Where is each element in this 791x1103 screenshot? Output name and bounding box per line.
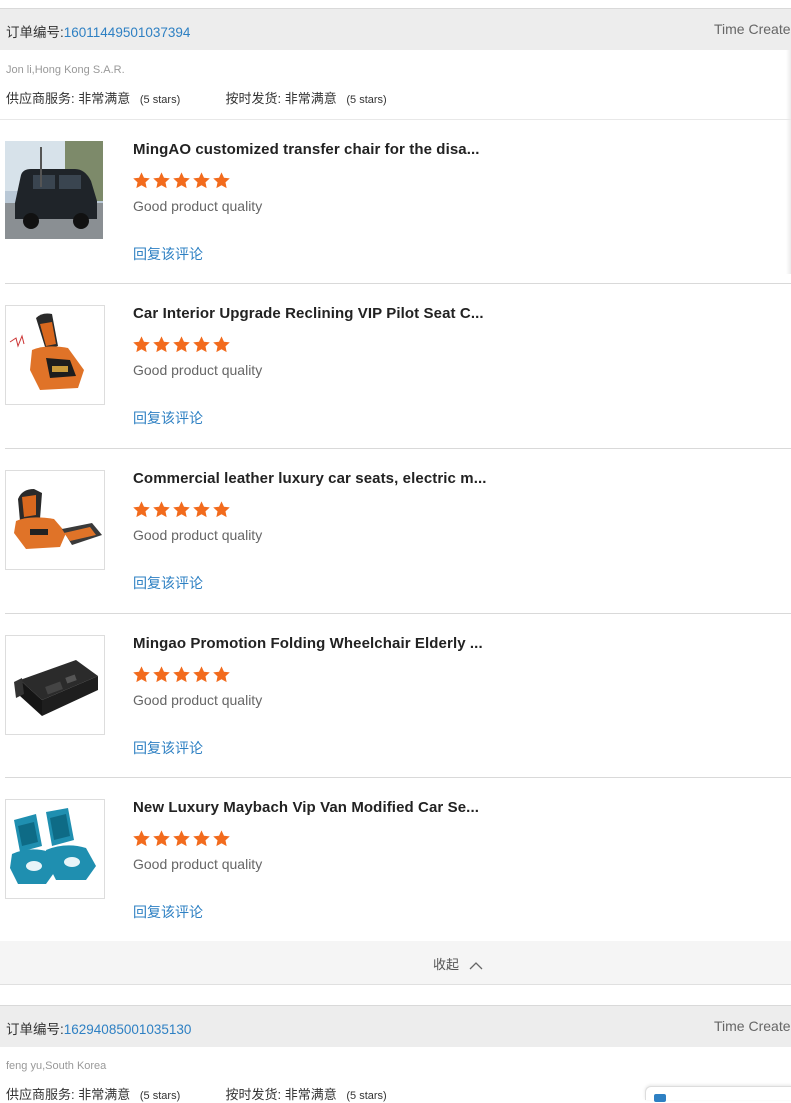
star-icon — [212, 335, 232, 355]
star-icon — [152, 665, 172, 685]
order-number-link[interactable]: 16011449501037394 — [64, 25, 191, 40]
product-title[interactable]: New Luxury Maybach Vip Van Modified Car … — [133, 799, 479, 816]
product-image[interactable] — [5, 799, 105, 899]
order-number-label: 订单编号:16294085001035130 — [6, 1022, 192, 1037]
star-rating — [132, 500, 232, 520]
review-comment: Good product quality — [133, 856, 263, 872]
star-icon — [172, 665, 192, 685]
review-item: Commercial leather luxury car seats, ele… — [0, 449, 791, 613]
star-icon — [172, 500, 192, 520]
reply-link[interactable]: 回复该评论 — [133, 408, 203, 428]
supplier-service-value: 非常满意 — [78, 91, 131, 106]
on-time-label: 按时发货: — [225, 1087, 282, 1102]
on-time-label: 按时发货: — [225, 91, 282, 106]
order-header: 订单编号:16011449501037394 Time Created — [0, 8, 791, 50]
star-icon — [192, 335, 212, 355]
star-icon — [192, 829, 212, 849]
review-item: MingAO customized transfer chair for the… — [0, 120, 791, 284]
review-item: New Luxury Maybach Vip Van Modified Car … — [0, 778, 791, 942]
buyer-info: Jon li,Hong Kong S.A.R. — [6, 64, 125, 76]
on-time-stars: (5 stars) — [346, 1090, 387, 1102]
star-rating — [132, 335, 232, 355]
star-icon — [152, 171, 172, 191]
folding-wheelchair-photo — [6, 636, 104, 734]
message-icon[interactable] — [654, 1094, 666, 1102]
maybach-seat-photo — [6, 800, 104, 898]
product-title[interactable]: Mingao Promotion Folding Wheelchair Elde… — [133, 635, 483, 652]
collapse-button[interactable]: 收起 — [433, 954, 483, 973]
star-icon — [192, 500, 212, 520]
product-image[interactable] — [5, 635, 105, 735]
reply-link[interactable]: 回复该评论 — [133, 244, 203, 264]
star-icon — [132, 335, 152, 355]
collapse-bar[interactable]: 收起 — [0, 941, 791, 985]
star-icon — [192, 171, 212, 191]
collapse-label: 收起 — [433, 957, 460, 972]
reply-link[interactable]: 回复该评论 — [133, 573, 203, 593]
star-icon — [192, 665, 212, 685]
leather-seat-photo — [6, 471, 104, 569]
star-icon — [212, 171, 232, 191]
product-title[interactable]: MingAO customized transfer chair for the… — [133, 141, 480, 158]
review-comment: Good product quality — [133, 527, 263, 543]
star-icon — [132, 171, 152, 191]
chevron-up-icon — [469, 958, 483, 973]
reply-link[interactable]: 回复该评论 — [133, 902, 203, 922]
star-icon — [172, 335, 192, 355]
van-photo — [5, 141, 103, 239]
supplier-service-stars: (5 stars) — [139, 94, 181, 106]
product-title[interactable]: Car Interior Upgrade Reclining VIP Pilot… — [133, 305, 484, 322]
star-rating — [132, 171, 232, 191]
review-item: Car Interior Upgrade Reclining VIP Pilot… — [0, 284, 791, 448]
supplier-service-stars: (5 stars) — [139, 1090, 181, 1102]
review-comment: Good product quality — [133, 692, 263, 708]
review-item: Mingao Promotion Folding Wheelchair Elde… — [0, 614, 791, 778]
time-created-label: Time Created — [714, 21, 791, 37]
star-icon — [152, 500, 172, 520]
supplier-service-value: 非常满意 — [78, 1087, 131, 1102]
star-icon — [132, 665, 152, 685]
on-time-value: 非常满意 — [284, 91, 337, 106]
product-image[interactable] — [5, 470, 105, 570]
product-title[interactable]: Commercial leather luxury car seats, ele… — [133, 470, 487, 487]
star-icon — [212, 829, 232, 849]
star-rating — [132, 665, 232, 685]
order-ratings: 供应商服务: 非常满意 (5 stars) 按时发货: 非常满意 (5 star… — [6, 1084, 387, 1103]
star-rating — [132, 829, 232, 849]
floating-toolbar[interactable] — [645, 1086, 791, 1102]
star-icon — [172, 171, 192, 191]
order-ratings: 供应商服务: 非常满意 (5 stars) 按时发货: 非常满意 (5 star… — [6, 88, 387, 107]
star-icon — [212, 500, 232, 520]
review-comment: Good product quality — [133, 198, 263, 214]
buyer-info: feng yu,South Korea — [6, 1060, 107, 1072]
on-time-value: 非常满意 — [284, 1087, 337, 1102]
time-created-label: Time Created — [714, 1018, 791, 1034]
order-header: 订单编号:16294085001035130 Time Created — [0, 1005, 791, 1047]
supplier-service-label: 供应商服务: — [6, 91, 75, 106]
product-image[interactable] — [5, 141, 105, 241]
star-icon — [132, 829, 152, 849]
star-icon — [132, 500, 152, 520]
product-image[interactable] — [5, 305, 105, 405]
supplier-service-label: 供应商服务: — [6, 1087, 75, 1102]
star-icon — [172, 829, 192, 849]
star-icon — [212, 665, 232, 685]
order-number-link[interactable]: 16294085001035130 — [64, 1022, 192, 1037]
on-time-stars: (5 stars) — [346, 94, 387, 106]
review-comment: Good product quality — [133, 362, 263, 378]
star-icon — [152, 829, 172, 849]
star-icon — [152, 335, 172, 355]
reply-link[interactable]: 回复该评论 — [133, 738, 203, 758]
pilot-seat-photo — [6, 306, 104, 404]
order-number-label: 订单编号:16011449501037394 — [6, 25, 191, 40]
